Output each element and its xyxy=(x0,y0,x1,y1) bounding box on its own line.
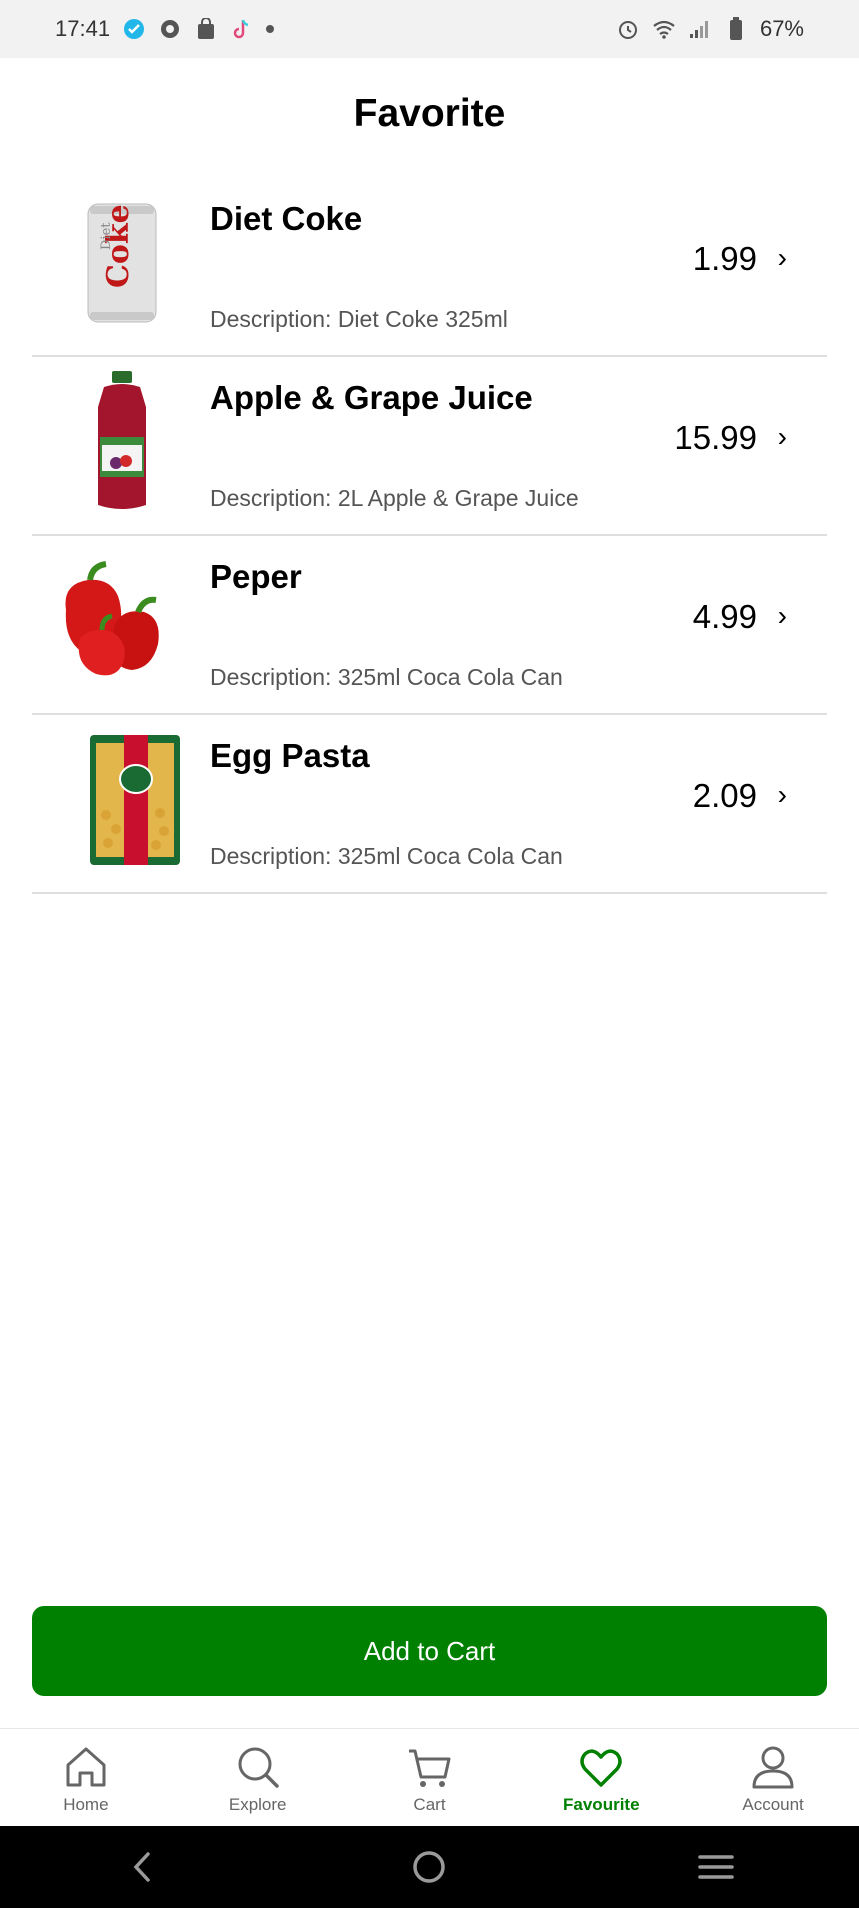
chevron-right-icon[interactable]: › xyxy=(778,421,787,453)
tab-label: Explore xyxy=(228,1795,287,1814)
check-badge-icon xyxy=(122,17,146,41)
tab-label: Account xyxy=(742,1795,804,1814)
item-name: Apple & Grape Juice xyxy=(210,379,533,416)
status-bar: 17:41 67% xyxy=(0,0,859,58)
signal-icon xyxy=(688,17,712,41)
favorite-item[interactable]: Apple & Grape Juice Description: 2L Appl… xyxy=(32,357,827,536)
wifi-icon xyxy=(652,17,676,41)
tab-label: Home xyxy=(63,1795,109,1814)
dot-icon xyxy=(266,25,275,33)
recents-menu-icon xyxy=(698,1855,734,1879)
chevron-right-icon[interactable]: › xyxy=(778,600,787,632)
item-description: Description: 2L Apple & Grape Juice xyxy=(210,485,579,511)
item-name: Egg Pasta xyxy=(210,737,370,774)
bottom-tab-bar: Home Explore Cart Favourite Account xyxy=(0,1728,859,1826)
status-right: 67% xyxy=(616,16,804,42)
tab-home[interactable]: Home xyxy=(21,1729,151,1826)
juice-bottle-image xyxy=(52,367,192,517)
back-button[interactable] xyxy=(113,1837,173,1897)
status-left: 17:41 xyxy=(55,16,275,42)
status-time: 17:41 xyxy=(55,16,111,41)
favorite-item[interactable]: Coke Diet Diet Coke Description: Diet Co… xyxy=(32,178,827,357)
item-price: 1.99 xyxy=(692,240,757,277)
favorites-list: Coke Diet Diet Coke Description: Diet Co… xyxy=(32,178,827,894)
tiktok-icon xyxy=(230,17,254,41)
chevron-right-icon[interactable]: › xyxy=(778,779,787,811)
favorite-item[interactable]: Egg Pasta Description: 325ml Coca Cola C… xyxy=(32,715,827,894)
home-nav-button[interactable] xyxy=(399,1837,459,1897)
item-price: 4.99 xyxy=(692,598,757,635)
item-name: Peper xyxy=(210,558,302,595)
shop-bag-icon xyxy=(194,17,218,41)
page-title: Favorite xyxy=(353,92,506,135)
search-icon xyxy=(238,1747,279,1788)
tab-favourite[interactable]: Favourite xyxy=(536,1729,666,1826)
item-description: Description: 325ml Coca Cola Can xyxy=(210,843,563,869)
tab-label: Favourite xyxy=(563,1795,640,1814)
battery-icon xyxy=(724,17,748,41)
battery-percent: 67% xyxy=(759,16,804,41)
item-description: Description: 325ml Coca Cola Can xyxy=(210,664,563,690)
tab-explore[interactable]: Explore xyxy=(193,1729,323,1826)
heart-icon xyxy=(580,1749,623,1787)
item-name: Diet Coke xyxy=(210,200,363,237)
svg-text:Diet: Diet xyxy=(99,222,114,250)
home-icon xyxy=(66,1747,106,1787)
alarm-icon xyxy=(616,17,640,41)
recents-button[interactable] xyxy=(686,1837,746,1897)
pasta-bag-image xyxy=(52,725,192,875)
cart-icon xyxy=(409,1749,451,1787)
diet-coke-image: Coke Diet xyxy=(52,188,192,338)
chevron-right-icon[interactable]: › xyxy=(778,242,787,274)
item-price: 2.09 xyxy=(692,777,757,814)
item-description: Description: Diet Coke 325ml xyxy=(210,306,508,332)
tab-label: Cart xyxy=(413,1795,446,1814)
favorite-item[interactable]: Peper Description: 325ml Coca Cola Can 4… xyxy=(32,536,827,715)
home-circle-icon xyxy=(413,1851,446,1883)
tab-account[interactable]: Account xyxy=(708,1729,838,1826)
system-nav-bar xyxy=(0,1826,859,1908)
back-chevron-icon xyxy=(133,1852,150,1882)
red-peppers-image xyxy=(52,546,192,696)
account-icon xyxy=(752,1746,794,1789)
recycle-icon xyxy=(158,17,182,41)
item-price: 15.99 xyxy=(674,419,757,456)
add-to-cart-button[interactable]: Add to Cart xyxy=(32,1606,827,1696)
tab-cart[interactable]: Cart xyxy=(364,1729,494,1826)
